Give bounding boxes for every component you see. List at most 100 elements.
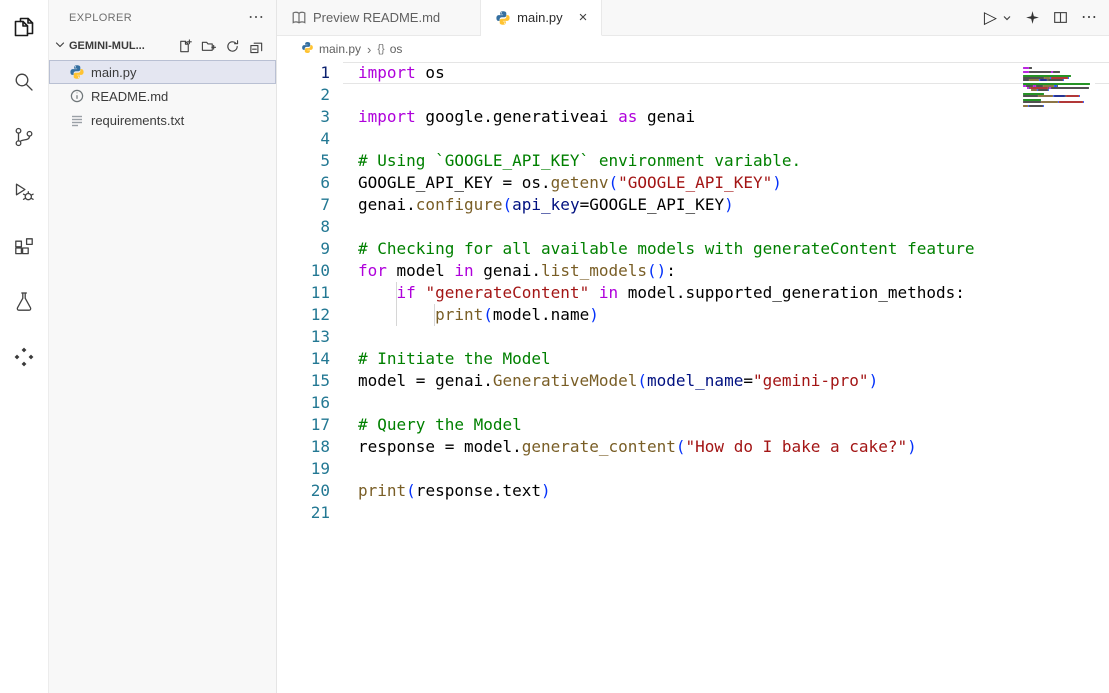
run-debug-icon: [12, 180, 36, 207]
code-line[interactable]: 15model = genai.GenerativeModel(model_na…: [277, 370, 1109, 392]
line-number[interactable]: 19: [277, 458, 330, 480]
explorer-more-actions-icon[interactable]: ⋯: [248, 10, 264, 26]
code-token: google.generativeai: [416, 107, 618, 126]
run-icon[interactable]: ▷: [984, 9, 997, 26]
code-line[interactable]: 20print(response.text): [277, 480, 1109, 502]
run-debug-activity-button[interactable]: [0, 166, 48, 221]
code-token: =: [743, 371, 753, 390]
close-icon[interactable]: ×: [579, 10, 588, 25]
code-line-content: [330, 84, 358, 106]
line-number[interactable]: 11: [277, 282, 330, 304]
code-line[interactable]: 5# Using `GOOGLE_API_KEY` environment va…: [277, 150, 1109, 172]
line-number[interactable]: 6: [277, 172, 330, 194]
code-line[interactable]: 17# Query the Model: [277, 414, 1109, 436]
code-line[interactable]: 2: [277, 84, 1109, 106]
code-token: genai.: [474, 261, 541, 280]
search-activity-button[interactable]: [0, 56, 48, 111]
line-number[interactable]: 9: [277, 238, 330, 260]
sparkle-icon[interactable]: [1025, 10, 1040, 25]
line-number[interactable]: 12: [277, 304, 330, 326]
code-line[interactable]: 9# Checking for all available models wit…: [277, 238, 1109, 260]
line-number[interactable]: 3: [277, 106, 330, 128]
split-editor-icon[interactable]: [1053, 10, 1068, 25]
code-token: for: [358, 261, 387, 280]
line-number[interactable]: 17: [277, 414, 330, 436]
text-file-icon: [69, 112, 85, 128]
breadcrumb-separator: ›: [367, 42, 371, 57]
code-line[interactable]: 21: [277, 502, 1109, 524]
code-line[interactable]: 19: [277, 458, 1109, 480]
code-line[interactable]: 4: [277, 128, 1109, 150]
code-token: api_key: [512, 195, 579, 214]
code-line[interactable]: 8: [277, 216, 1109, 238]
code-lines: 1import os23 import google.generativeai a…: [277, 62, 1109, 524]
code-line[interactable]: 13: [277, 326, 1109, 348]
code-token: (): [647, 261, 666, 280]
breadcrumb-item-symbol[interactable]: {} os: [377, 42, 402, 56]
code-line[interactable]: 10for model in genai.list_models():: [277, 260, 1109, 282]
file-list: main.py README.md requirements.txt: [49, 60, 276, 132]
symbol-namespace-icon: {}: [377, 43, 384, 55]
line-number[interactable]: 1: [277, 62, 330, 84]
code-token: in: [454, 261, 473, 280]
code-line[interactable]: 6GOOGLE_API_KEY = os.getenv("GOOGLE_API_…: [277, 172, 1109, 194]
file-row-requirements-txt[interactable]: requirements.txt: [49, 108, 276, 132]
code-line[interactable]: 16: [277, 392, 1109, 414]
file-name: main.py: [91, 65, 137, 80]
code-line[interactable]: 3import google.generativeai as genai: [277, 106, 1109, 128]
code-line-content: if "generateContent" in model.supported_…: [330, 282, 965, 304]
code-line-content: GOOGLE_API_KEY = os.getenv("GOOGLE_API_K…: [330, 172, 782, 194]
line-number[interactable]: 18: [277, 436, 330, 458]
code-line[interactable]: 11if "generateContent" in model.supporte…: [277, 282, 1109, 304]
line-number[interactable]: 2: [277, 84, 330, 106]
refresh-explorer-icon[interactable]: [225, 39, 240, 54]
more-actions-icon[interactable]: ⋯: [1081, 10, 1097, 26]
code-token: print: [358, 481, 406, 500]
code-token: import: [358, 107, 416, 126]
code-line[interactable]: 14# Initiate the Model: [277, 348, 1109, 370]
code-token: GOOGLE_API_KEY: [589, 195, 724, 214]
code-line-content: # Checking for all available models with…: [330, 238, 975, 260]
testing-activity-button[interactable]: [0, 276, 48, 331]
line-number[interactable]: 5: [277, 150, 330, 172]
folder-section-header[interactable]: GEMINI-MUL...: [49, 35, 276, 57]
line-number[interactable]: 13: [277, 326, 330, 348]
source-control-activity-button[interactable]: [0, 111, 48, 166]
tab-main-py[interactable]: main.py ×: [481, 0, 602, 36]
gemini-extension-activity-button[interactable]: [0, 331, 48, 386]
line-number[interactable]: 16: [277, 392, 330, 414]
line-number[interactable]: 15: [277, 370, 330, 392]
run-dropdown-icon[interactable]: [1002, 13, 1012, 23]
code-line[interactable]: 12print(model.name): [277, 304, 1109, 326]
line-number[interactable]: 4: [277, 128, 330, 150]
gemini-extension-icon: [12, 345, 36, 372]
code-line-content: print(model.name): [330, 304, 599, 326]
explorer-activity-button[interactable]: [0, 1, 48, 56]
code-token: ): [869, 371, 879, 390]
new-folder-icon[interactable]: [201, 39, 216, 54]
line-number[interactable]: 14: [277, 348, 330, 370]
line-number[interactable]: 21: [277, 502, 330, 524]
code-line[interactable]: 18response = model.generate_content("How…: [277, 436, 1109, 458]
code-token: "GOOGLE_API_KEY": [618, 173, 772, 192]
line-number[interactable]: 20: [277, 480, 330, 502]
file-row-readme-md[interactable]: README.md: [49, 84, 276, 108]
collapse-folders-icon[interactable]: [249, 39, 264, 54]
code-line[interactable]: 1import os: [277, 62, 1109, 84]
line-number[interactable]: 8: [277, 216, 330, 238]
extensions-activity-button[interactable]: [0, 221, 48, 276]
minimap[interactable]: [1023, 66, 1095, 109]
tab-preview-readme[interactable]: Preview README.md: [277, 0, 481, 35]
code-line-content: [330, 392, 358, 414]
code-line[interactable]: 7genai.configure(api_key=GOOGLE_API_KEY): [277, 194, 1109, 216]
line-number[interactable]: 7: [277, 194, 330, 216]
new-file-icon[interactable]: [177, 39, 192, 54]
code-editor[interactable]: 1import os23 import google.generativeai a…: [277, 62, 1109, 693]
file-row-main-py[interactable]: main.py: [49, 60, 276, 84]
code-token: model.name: [493, 305, 589, 324]
code-token: model_name: [647, 371, 743, 390]
breadcrumb-item-file[interactable]: main.py: [301, 41, 361, 57]
code-token: in: [599, 283, 618, 302]
line-number[interactable]: 10: [277, 260, 330, 282]
indent-guide: [358, 282, 397, 304]
